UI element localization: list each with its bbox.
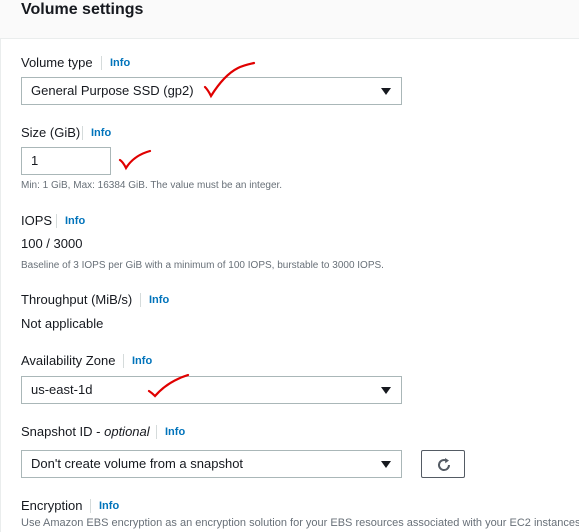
snapshot-info-link[interactable]: Info (156, 425, 185, 439)
snapshot-label: Snapshot ID - optional (21, 424, 150, 440)
availability-zone-select[interactable]: us-east-1d (21, 376, 402, 404)
iops-value: 100 / 3000 (21, 236, 83, 251)
availability-zone-selected: us-east-1d (31, 382, 93, 397)
throughput-label: Throughput (MiB/s) (21, 292, 133, 307)
snapshot-label-text: Snapshot ID - (21, 424, 105, 439)
snapshot-select[interactable]: Don't create volume from a snapshot (21, 450, 402, 478)
refresh-snapshots-button[interactable] (421, 450, 465, 478)
availability-zone-info-link[interactable]: Info (123, 354, 152, 368)
iops-hint: Baseline of 3 IOPS per GiB with a minimu… (21, 260, 384, 271)
size-input[interactable]: 1 (21, 147, 111, 175)
throughput-value: Not applicable (21, 316, 104, 331)
availability-zone-label: Availability Zone (21, 353, 116, 368)
caret-down-icon (381, 461, 391, 468)
iops-label: IOPS (21, 213, 53, 228)
encryption-hint: Use Amazon EBS encryption as an encrypti… (21, 517, 579, 529)
encryption-label: Encryption (21, 498, 83, 513)
snapshot-label-optional: optional (104, 424, 150, 439)
throughput-info-link[interactable]: Info (140, 293, 169, 307)
size-label: Size (GiB) (21, 125, 81, 140)
size-info-link[interactable]: Info (82, 126, 111, 140)
refresh-icon (438, 458, 451, 471)
encryption-info-link[interactable]: Info (90, 499, 119, 513)
panel-left-border (0, 0, 1, 532)
snapshot-selected: Don't create volume from a snapshot (31, 456, 244, 471)
volume-type-selected: General Purpose SSD (gp2) (31, 83, 194, 98)
volume-type-label: Volume type (21, 55, 93, 70)
annotation-check-mark (118, 149, 152, 171)
caret-down-icon (381, 387, 391, 394)
panel-title: Volume settings (21, 1, 144, 18)
volume-type-info-link[interactable]: Info (101, 56, 130, 70)
size-hint: Min: 1 GiB, Max: 16384 GiB. The value mu… (21, 180, 283, 191)
caret-down-icon (381, 88, 391, 95)
panel-header: Volume settings (0, 0, 579, 39)
iops-info-link[interactable]: Info (56, 214, 85, 228)
volume-type-select[interactable]: General Purpose SSD (gp2) (21, 77, 402, 105)
